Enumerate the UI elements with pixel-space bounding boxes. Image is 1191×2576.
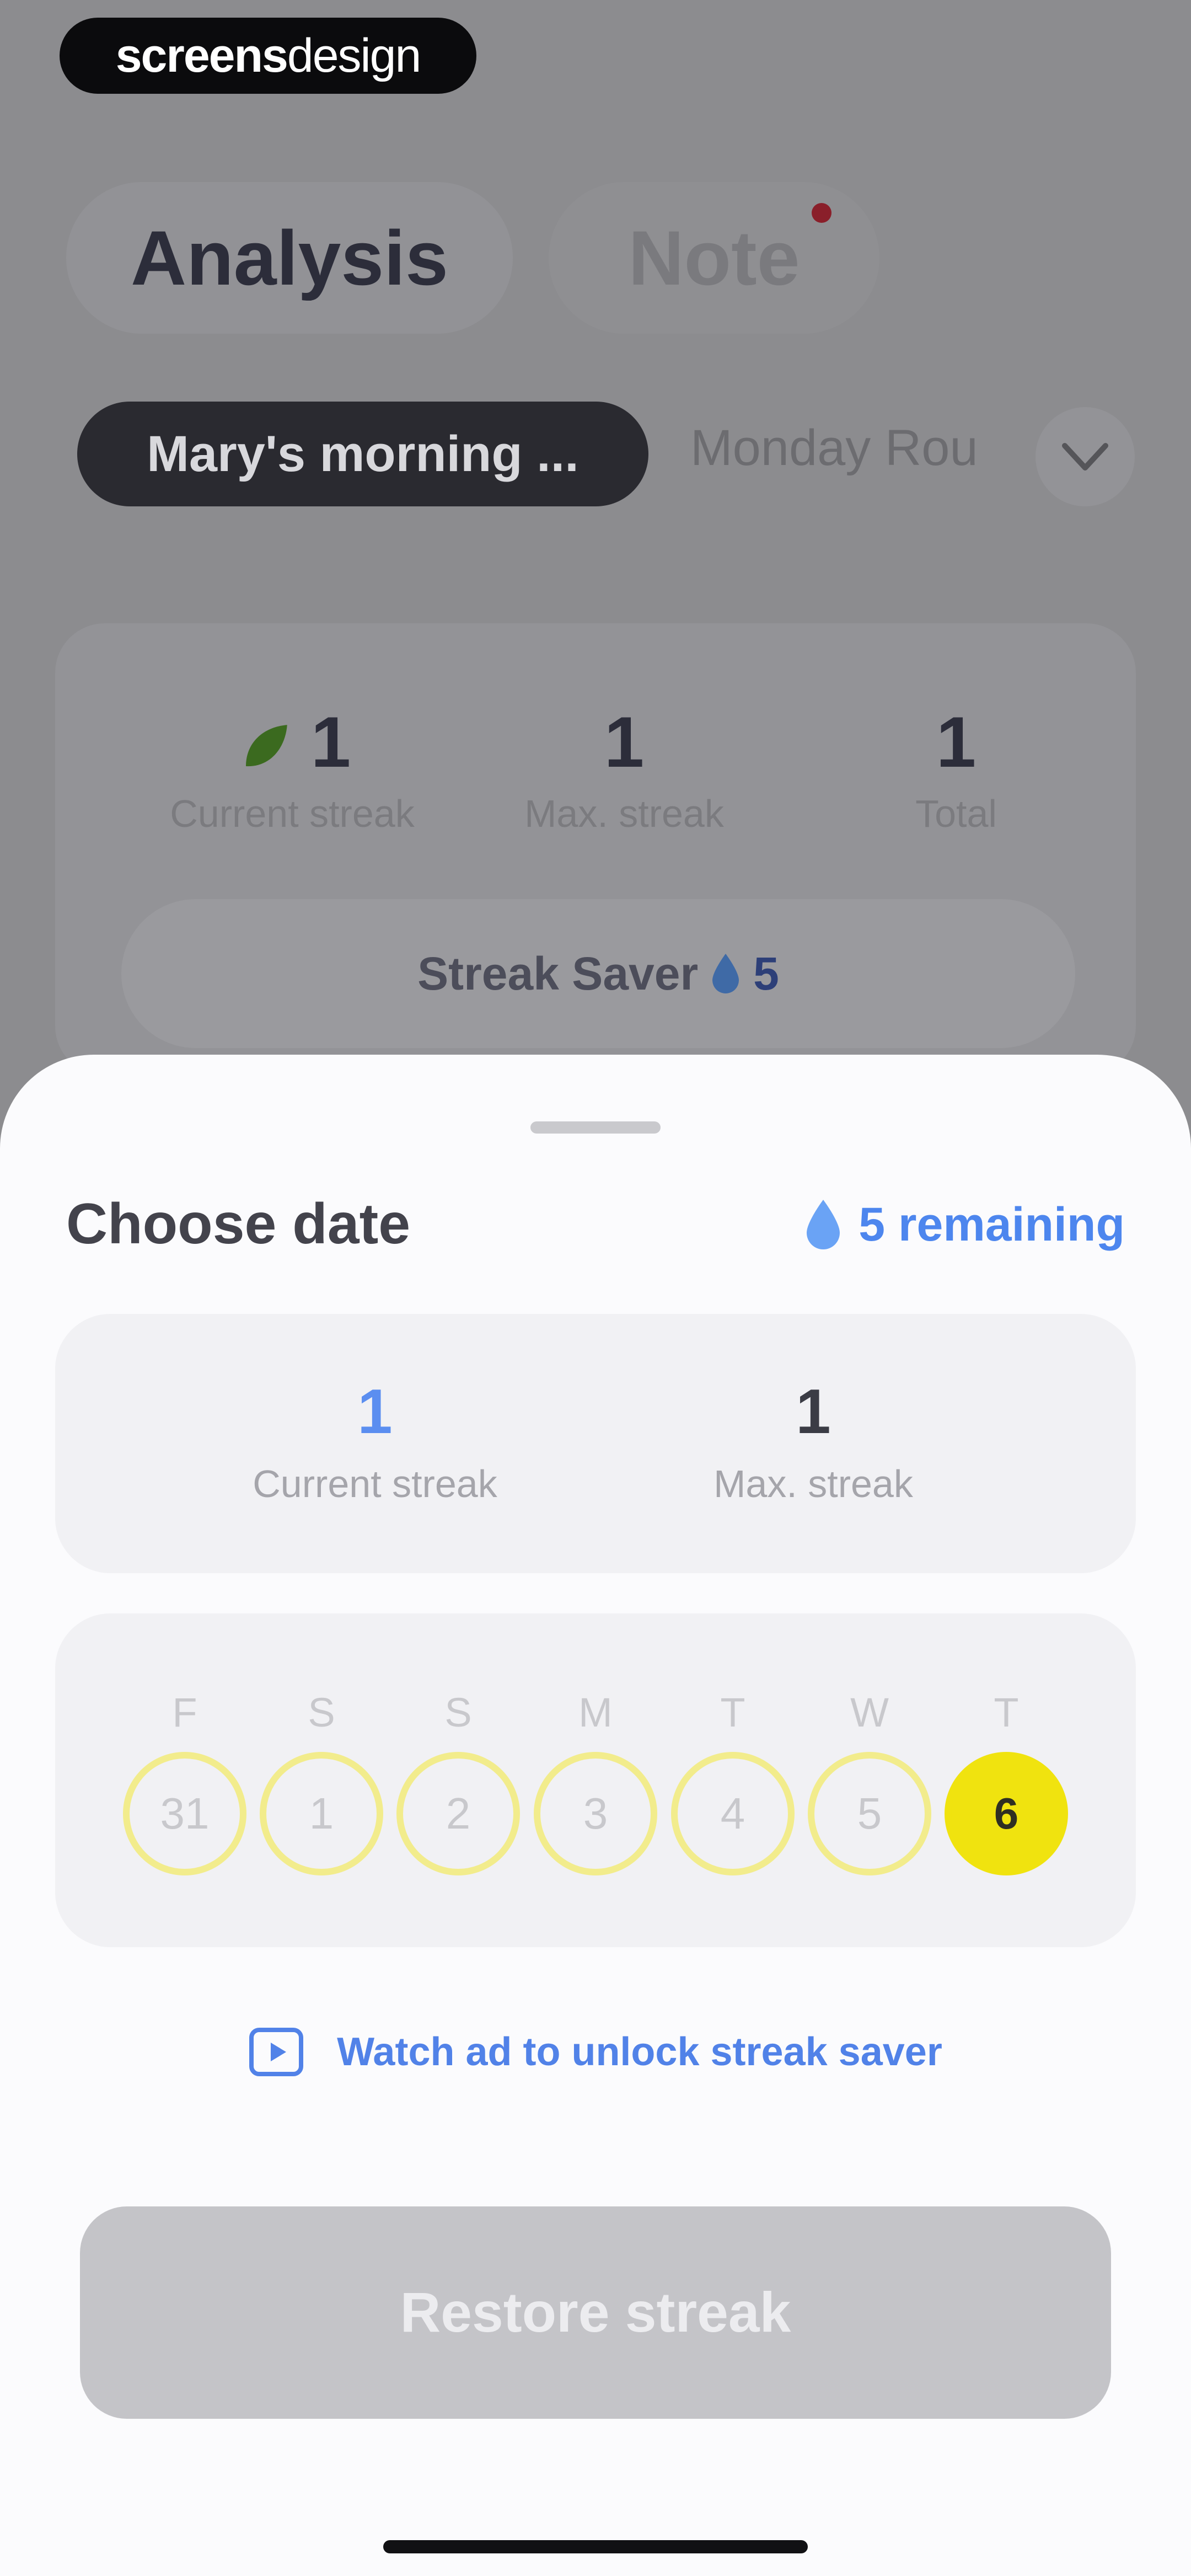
day-cell-selected[interactable]: T 6 — [937, 1688, 1075, 1875]
stat-value: 1 — [310, 702, 351, 782]
current-streak: 1 Current streak — [182, 1373, 568, 1517]
day-of-week: M — [578, 1690, 613, 1735]
watch-ad-label: Watch ad to unlock streak saver — [337, 2030, 942, 2074]
remaining-count: 5 remaining — [801, 1197, 1125, 1252]
watch-ad-button[interactable]: Watch ad to unlock streak saver — [55, 1997, 1136, 2107]
stat-label: Total — [915, 792, 997, 835]
date-circle[interactable]: 3 — [534, 1752, 657, 1875]
streak-saver-count: 5 — [753, 947, 779, 1000]
max-streak: 1 Max. streak — [620, 1373, 1006, 1517]
day-cell[interactable]: F 31 — [116, 1688, 254, 1875]
sheet-title: Choose date — [66, 1192, 411, 1256]
stat-value: 1 — [604, 702, 645, 782]
logo-bold-text: screens — [115, 29, 288, 82]
day-cell[interactable]: S 1 — [253, 1688, 390, 1875]
play-video-icon — [249, 2028, 304, 2076]
routine-next-item[interactable]: Monday Rou — [690, 419, 1032, 491]
date-circle[interactable]: 5 — [808, 1752, 931, 1875]
day-cell[interactable]: S 2 — [389, 1688, 527, 1875]
current-streak-value: 1 — [357, 1377, 393, 1447]
max-streak-value: 1 — [796, 1377, 831, 1447]
day-of-week: T — [720, 1690, 745, 1735]
stat-max-streak: 1 Max. streak — [453, 701, 795, 844]
remaining-text: 5 remaining — [859, 1198, 1125, 1251]
restore-streak-button[interactable]: Restore streak — [80, 2206, 1111, 2419]
routine-selected-pill[interactable]: Mary's morning ... — [77, 402, 648, 506]
stat-current-streak: 1 Current streak — [121, 701, 463, 844]
notification-dot — [812, 203, 831, 223]
stat-total: 1 Total — [785, 701, 1127, 844]
tab-note[interactable]: Note — [549, 182, 879, 334]
streak-saver-button[interactable]: Streak Saver 5 — [121, 899, 1075, 1048]
stat-label: Max. streak — [524, 792, 724, 835]
water-drop-icon — [712, 954, 739, 993]
day-of-week: S — [308, 1690, 335, 1735]
current-streak-label: Current streak — [253, 1462, 497, 1505]
day-of-week: F — [172, 1690, 197, 1735]
day-cell[interactable]: M 3 — [527, 1688, 664, 1875]
water-drop-icon — [807, 1200, 840, 1249]
day-of-week: S — [444, 1690, 472, 1735]
stat-value: 1 — [936, 702, 977, 782]
screensdesign-logo: screens design — [60, 18, 476, 94]
sheet-drag-handle[interactable] — [530, 1121, 661, 1134]
day-cell[interactable]: W 5 — [801, 1688, 938, 1875]
date-circle[interactable]: 4 — [671, 1752, 795, 1875]
day-of-week: W — [850, 1690, 889, 1735]
date-circle[interactable]: 1 — [260, 1752, 383, 1875]
date-circle-selected[interactable]: 6 — [945, 1752, 1068, 1875]
date-circle[interactable]: 31 — [123, 1752, 246, 1875]
streak-saver-label: Streak Saver — [417, 947, 699, 1000]
logo-light-text: design — [287, 29, 421, 82]
chevron-down-icon[interactable] — [1036, 407, 1135, 506]
max-streak-label: Max. streak — [713, 1462, 913, 1505]
home-indicator — [383, 2540, 808, 2553]
day-cell[interactable]: T 4 — [664, 1688, 802, 1875]
tab-analysis[interactable]: Analysis — [66, 182, 513, 334]
leaf-icon — [245, 724, 287, 766]
date-circle[interactable]: 2 — [396, 1752, 520, 1875]
day-of-week: T — [994, 1690, 1019, 1735]
stat-label: Current streak — [170, 792, 415, 835]
